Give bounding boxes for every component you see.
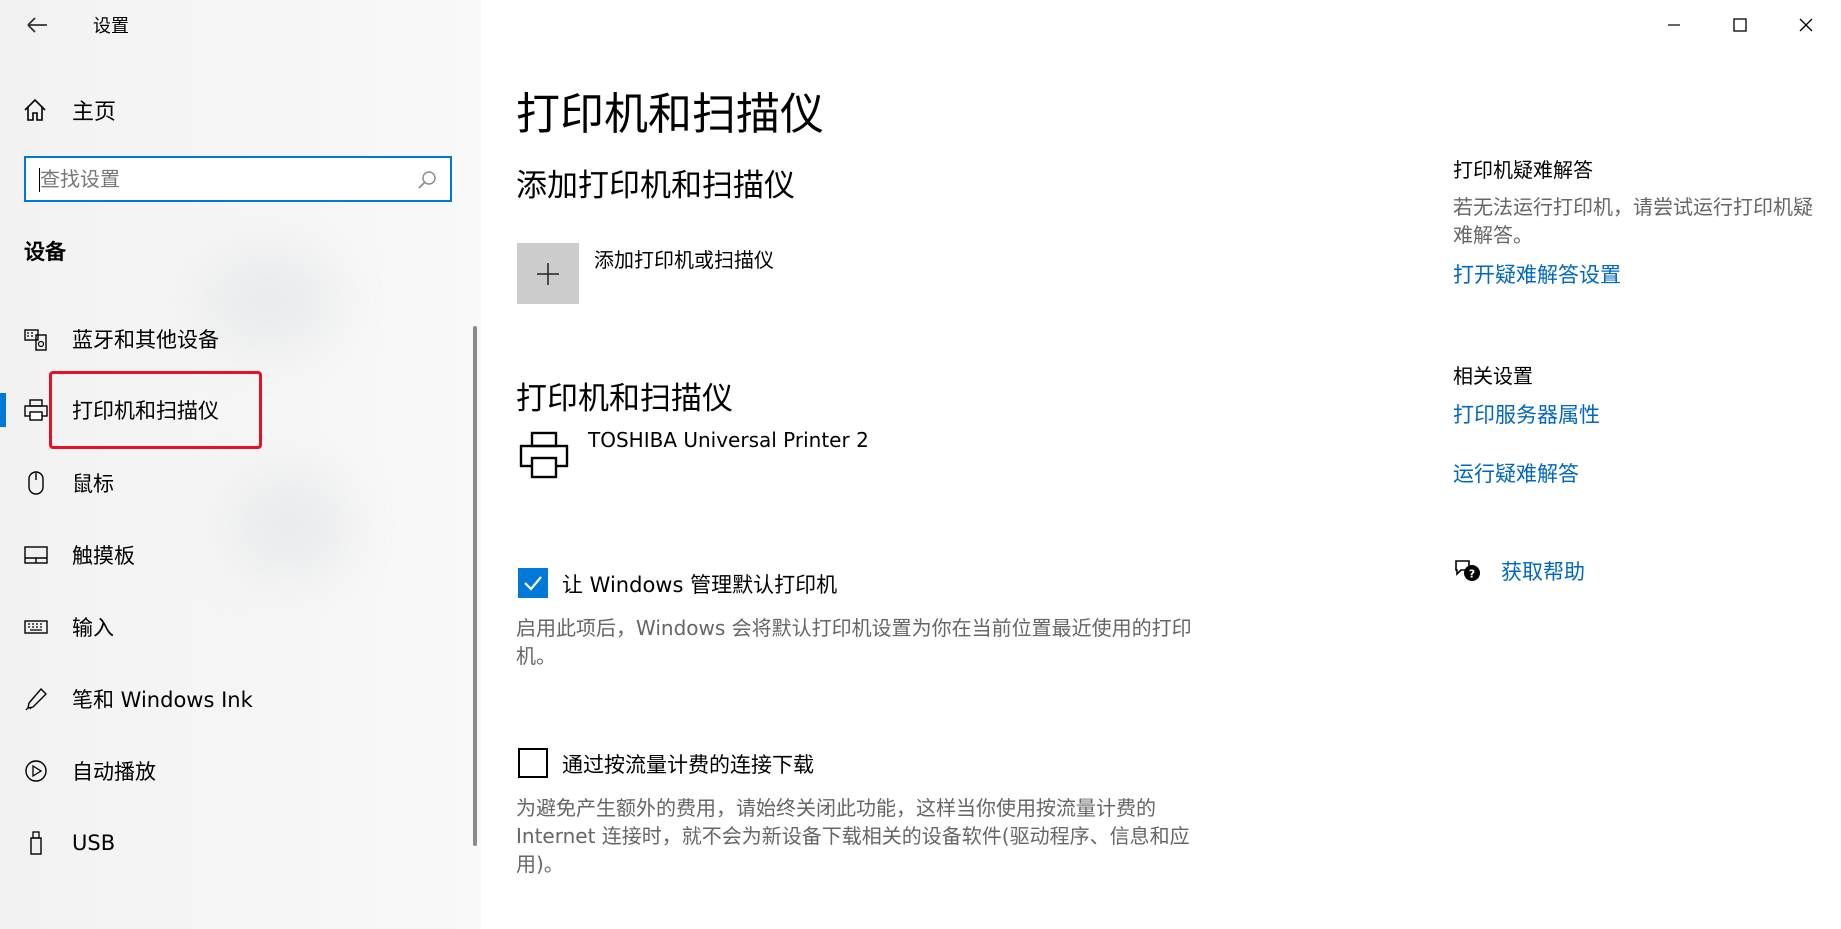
app-title: 设置 [93,16,129,37]
troubleshoot-title: 打印机疑难解答 [1453,158,1593,182]
related-settings-title: 相关设置 [1453,364,1533,388]
printers-section-title: 打印机和扫描仪 [516,381,733,417]
section-title: 设备 [24,240,66,264]
checkmark-icon [524,576,542,591]
plus-icon [537,262,559,285]
print-server-properties-link[interactable]: 打印服务器属性 [1453,399,1600,429]
home-label: 主页 [72,100,117,125]
close-icon [1799,18,1813,32]
search-input[interactable] [40,158,410,200]
sidebar-item-mouse[interactable]: 鼠标 [0,456,470,510]
autoplay-icon [22,757,50,785]
add-section-title: 添加打印机和扫描仪 [516,168,795,204]
metered-download-description: 为避免产生额外的费用，请始终关闭此功能，这样当你使用按流量计费的 Interne… [516,796,1190,876]
sidebar-scrollbar[interactable] [473,326,477,846]
search-box[interactable] [24,156,452,202]
troubleshoot-text: 若无法运行打印机，请尝试运行打印机疑难解答。 [1453,195,1813,247]
touchpad-icon [22,541,50,569]
sidebar-item-bluetooth[interactable]: 蓝牙和其他设备 [0,312,470,366]
sidebar-item-label: 蓝牙和其他设备 [72,328,219,352]
minimize-icon [1668,24,1680,26]
minimize-button[interactable] [1641,0,1707,50]
sidebar: 设置 主页 设备 蓝牙和其他设备 打印机和扫描仪 鼠标 [0,0,481,929]
usb-icon [22,829,50,857]
get-help-link[interactable]: ? 获取帮助 [1453,556,1585,586]
search-icon[interactable] [416,169,438,191]
default-printer-description: 启用此项后，Windows 会将默认打印机设置为你在当前位置最近使用的打印机。 [516,616,1192,668]
pen-icon [22,685,50,713]
printer-icon [22,396,50,424]
sidebar-item-touchpad[interactable]: 触摸板 [0,528,470,582]
mouse-icon [22,469,50,497]
back-arrow-icon [27,17,47,33]
printer-name: TOSHIBA Universal Printer 2 [588,428,869,452]
back-button[interactable] [22,10,52,40]
open-troubleshoot-link[interactable]: 打开疑难解答设置 [1453,259,1621,289]
chat-help-icon: ? [1455,560,1480,581]
sidebar-item-label: 触摸板 [72,544,135,568]
sidebar-item-autoplay[interactable]: 自动播放 [0,744,470,798]
sidebar-item-label: 自动播放 [72,760,156,784]
sidebar-item-usb[interactable]: USB [0,816,470,870]
svg-text:?: ? [1469,568,1475,581]
metered-download-checkbox[interactable] [518,748,548,778]
page-title: 打印机和扫描仪 [516,89,824,140]
maximize-icon [1733,18,1747,32]
default-printer-label[interactable]: 让 Windows 管理默认打印机 [562,569,837,599]
sidebar-item-label: 鼠标 [72,472,114,496]
home-icon [24,98,46,121]
sidebar-item-pen[interactable]: 笔和 Windows Ink [0,672,470,726]
sidebar-item-label: USB [72,831,116,855]
text-caret [39,168,40,192]
default-printer-checkbox[interactable] [518,568,548,598]
sidebar-item-label: 笔和 Windows Ink [72,688,253,712]
printer-device-icon [519,431,569,479]
sidebar-item-label: 输入 [72,616,114,640]
get-help-label: 获取帮助 [1501,560,1585,584]
sidebar-item-typing[interactable]: 输入 [0,600,470,654]
metered-download-label[interactable]: 通过按流量计费的连接下载 [562,749,814,779]
add-printer-label[interactable]: 添加打印机或扫描仪 [594,244,774,273]
run-troubleshooter-link[interactable]: 运行疑难解答 [1453,458,1579,488]
close-button[interactable] [1773,0,1839,50]
keyboard-icon [22,613,50,641]
add-printer-button[interactable] [517,243,579,304]
maximize-button[interactable] [1707,0,1773,50]
bluetooth-devices-icon [22,325,50,353]
home-nav-item[interactable]: 主页 [22,92,116,128]
highlight-annotation-box [49,371,262,449]
